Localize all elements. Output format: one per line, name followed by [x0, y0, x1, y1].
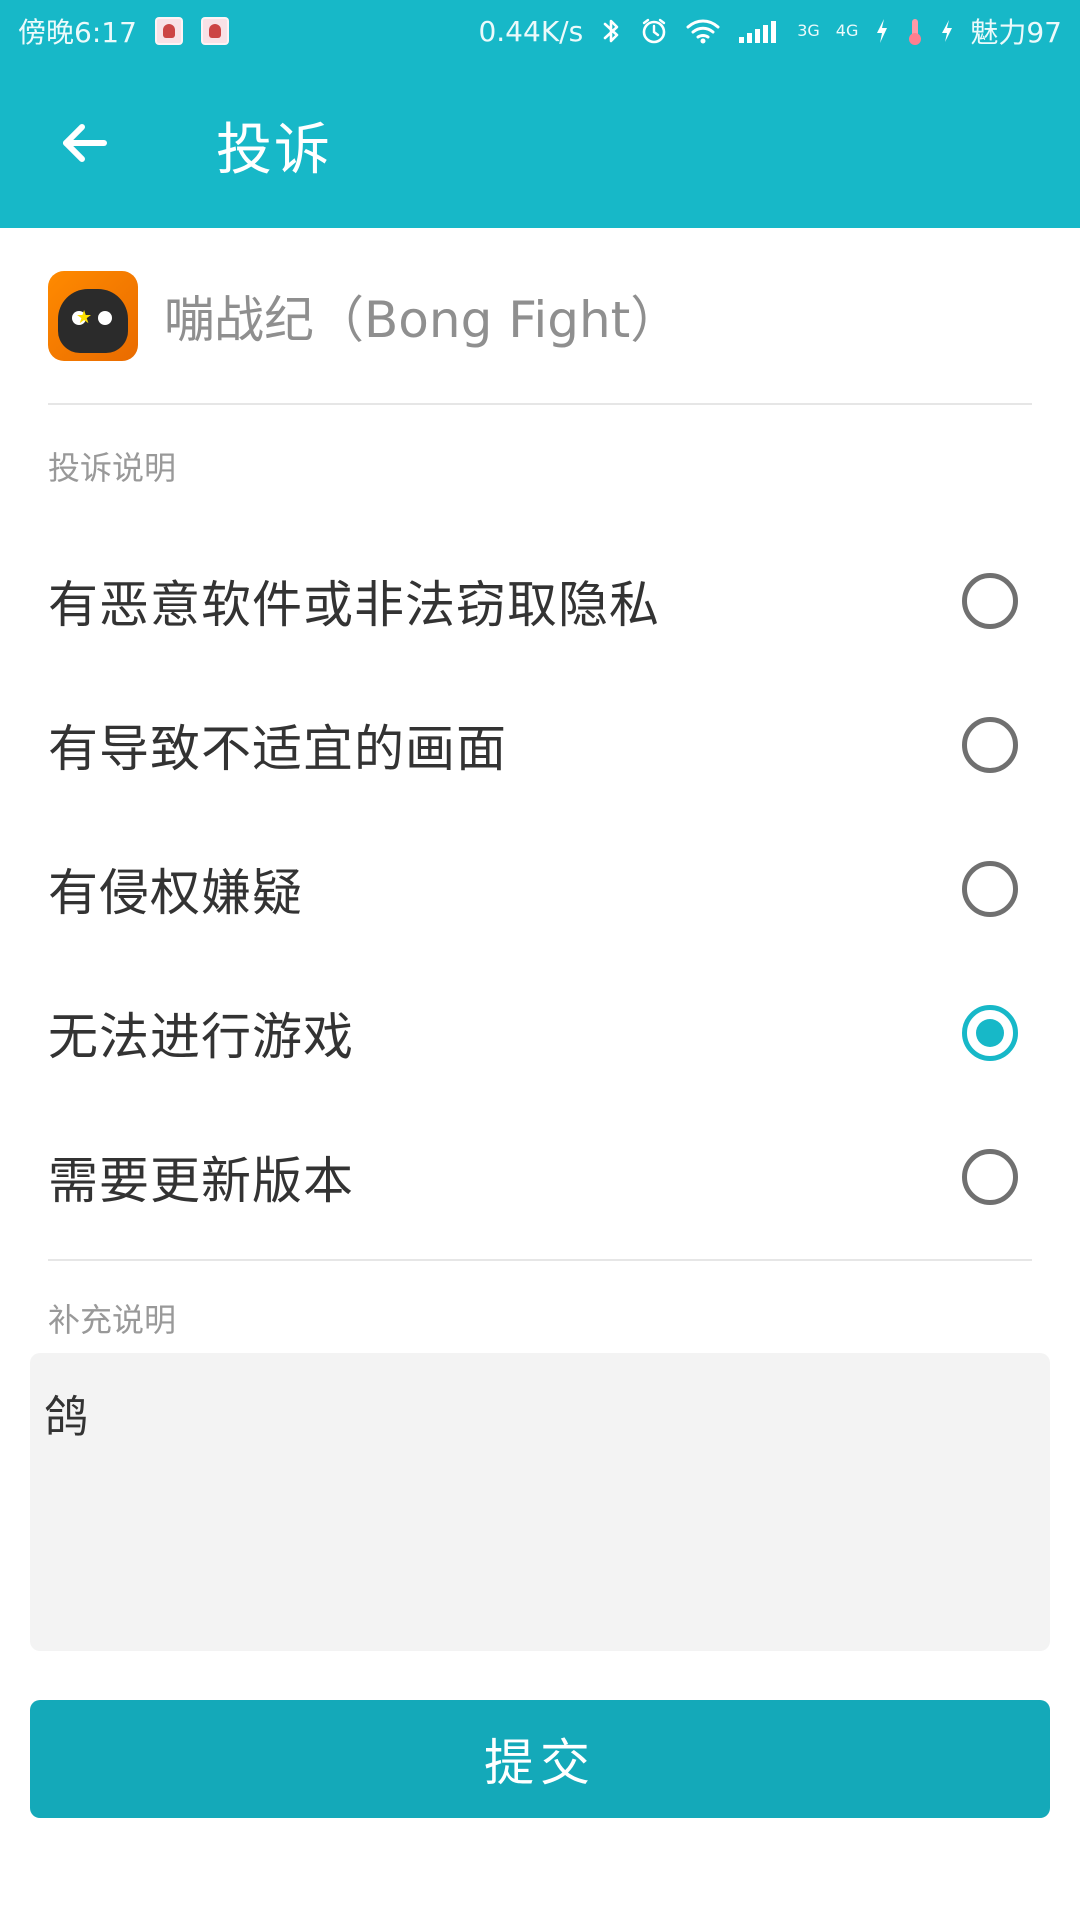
signal-bars-icon	[737, 17, 781, 45]
option-label: 有恶意软件或非法窃取隐私	[48, 576, 660, 634]
complaint-form: ★ 嘣战纪（Bong Fight） 投诉说明 有恶意软件或非法窃取隐私 有导致不…	[48, 228, 1032, 1381]
option-label: 有导致不适宜的画面	[48, 720, 507, 778]
section-divider	[48, 1259, 1032, 1261]
supplement-text: 鸽	[44, 1392, 88, 1443]
network-type-top: 3G	[797, 21, 820, 40]
radio-checked-icon[interactable]	[962, 1005, 1018, 1061]
charging-bolt-icon	[874, 17, 890, 45]
radio-unchecked-icon[interactable]	[962, 573, 1018, 629]
thumb-image-2-icon	[200, 17, 229, 45]
status-time: 傍晚6:17	[18, 16, 137, 49]
app-info-row: ★ 嘣战纪（Bong Fight）	[48, 228, 1032, 405]
network-type-bottom: 4G	[835, 21, 859, 40]
thumb-image-1-icon	[154, 17, 183, 45]
complaint-section-label: 投诉说明	[48, 449, 177, 487]
back-arrow-icon	[56, 115, 112, 175]
supplement-section-label: 补充说明	[48, 1301, 177, 1339]
submit-button[interactable]: 提交	[30, 1700, 1050, 1818]
submit-label: 提交	[484, 1734, 596, 1792]
complaint-option-malware[interactable]: 有恶意软件或非法窃取隐私	[48, 529, 1032, 673]
game-app-icon: ★	[48, 270, 138, 361]
page-title: 投诉	[216, 117, 332, 183]
complaint-option-inappropriate[interactable]: 有导致不适宜的画面	[48, 673, 1032, 817]
status-bar: 傍晚6:17 0.44K/s 3G 4G 魅力97	[0, 0, 1080, 62]
charging-bolt-icon-2	[940, 18, 954, 44]
status-right: 0.44K/s 3G 4G 魅力97	[478, 11, 1080, 51]
alarm-icon	[639, 16, 669, 46]
option-label: 有侵权嫌疑	[48, 864, 303, 922]
status-left: 傍晚6:17	[0, 11, 229, 51]
network-speed: 0.44K/s	[478, 14, 584, 48]
radio-unchecked-icon[interactable]	[962, 861, 1018, 917]
complaint-option-infringement[interactable]: 有侵权嫌疑	[48, 817, 1032, 961]
radio-unchecked-icon[interactable]	[962, 717, 1018, 773]
temperature-icon	[906, 16, 924, 46]
back-button[interactable]	[24, 85, 144, 205]
option-label: 无法进行游戏	[48, 1008, 354, 1066]
bluetooth-icon	[599, 17, 623, 45]
radio-unchecked-icon[interactable]	[962, 1149, 1018, 1205]
app-name: 嘣战纪（Bong Fight）	[164, 290, 681, 349]
supplement-textarea[interactable]: 鸽	[30, 1353, 1050, 1651]
option-label: 需要更新版本	[48, 1152, 354, 1210]
battery-label: 魅力97	[970, 16, 1062, 49]
complaint-option-need-update[interactable]: 需要更新版本	[48, 1105, 1032, 1249]
app-bar: 投诉	[0, 62, 1080, 228]
complaint-option-cannot-play[interactable]: 无法进行游戏	[48, 961, 1032, 1105]
wifi-icon	[685, 17, 721, 45]
